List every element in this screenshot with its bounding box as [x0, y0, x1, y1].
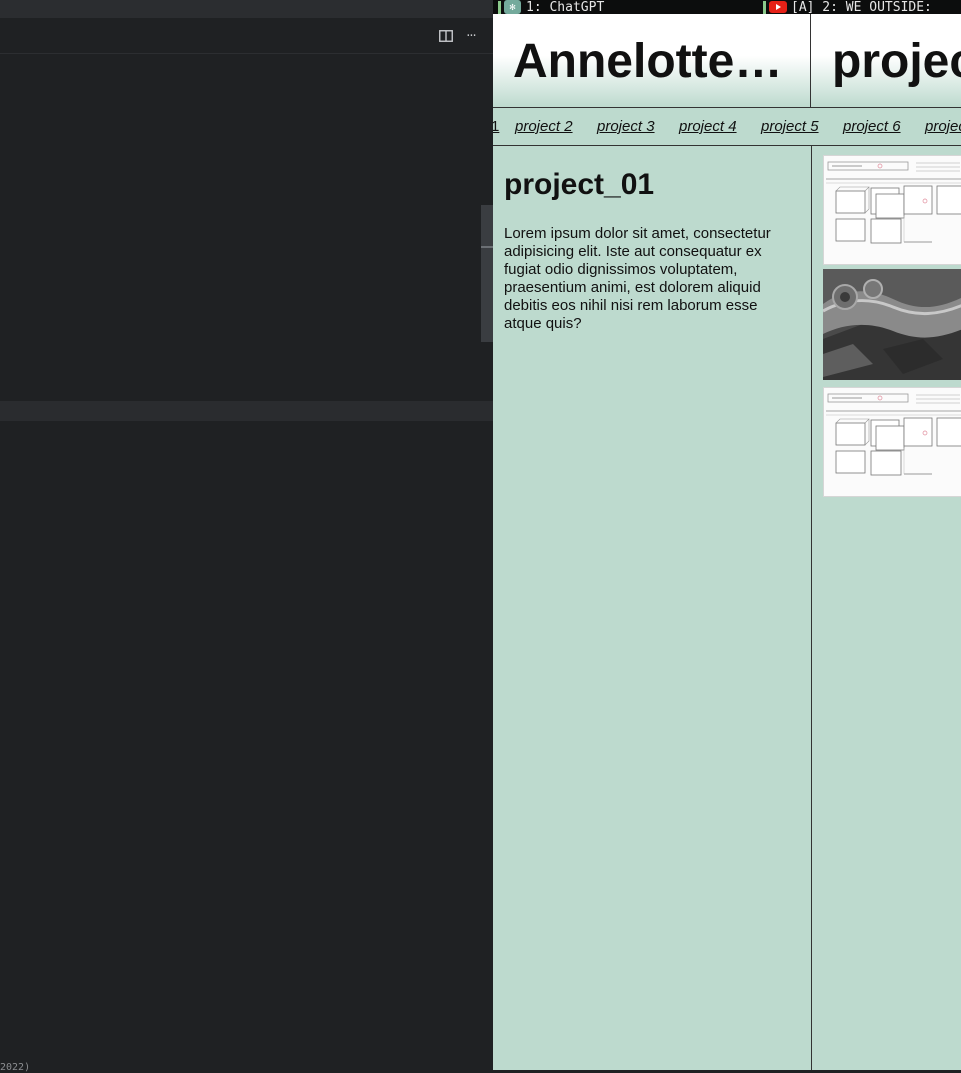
browser-tab-bar: ✻ 1: ChatGPT [A] 2: WE OUTSIDE:: [493, 0, 961, 14]
nav-link-project-6[interactable]: project 6: [843, 118, 901, 135]
gallery-image-photo[interactable]: [823, 269, 961, 380]
tab-youtube[interactable]: [A] 2: WE OUTSIDE:: [763, 0, 932, 14]
sculpture-photo-graphic: [823, 269, 961, 380]
scrollbar-position-marker: [481, 246, 493, 248]
youtube-icon: [769, 1, 787, 13]
site-owner-name: Annelotte Schinkel: [513, 36, 785, 88]
editor-toolbar: ···: [0, 18, 493, 54]
split-editor-icon[interactable]: [436, 26, 456, 46]
more-actions-icon[interactable]: ···: [461, 26, 481, 46]
tab-label: 1: ChatGPT: [526, 0, 605, 14]
editor-pane: ··· 2022): [0, 0, 493, 1073]
tab-label: [A] 2: WE OUTSIDE:: [791, 0, 932, 14]
panel-divider[interactable]: [0, 401, 493, 421]
nav-link-project-2[interactable]: project 2: [515, 118, 573, 135]
gallery-image-wireframe[interactable]: [823, 155, 961, 265]
site-header: Annelotte Schinkel project_01: [493, 14, 961, 108]
tab-indicator: [498, 0, 501, 14]
nav-link-project-4[interactable]: project 4: [679, 118, 737, 135]
editor-tab-strip: [0, 0, 493, 18]
wireframe-sketch-graphic: [826, 393, 961, 476]
image-gallery: [812, 146, 961, 1070]
gallery-image-wireframe[interactable]: [823, 387, 961, 497]
editor-scrollbar[interactable]: [481, 205, 493, 342]
header-name-cell: Annelotte Schinkel: [493, 14, 811, 107]
split-editor-glyph: [439, 30, 453, 42]
nav-link-project-7[interactable]: project 7: [925, 118, 961, 135]
nav-link-project-3[interactable]: project 3: [597, 118, 655, 135]
nav-link-project-5[interactable]: project 5: [761, 118, 819, 135]
project-nav: 1 project 2 project 3 project 4 project …: [493, 108, 961, 146]
project-content: project_01 Lorem ipsum dolor sit amet, c…: [493, 146, 812, 1070]
wireframe-sketch-graphic: [826, 161, 961, 244]
project-description: Lorem ipsum dolor sit amet, consectetur …: [504, 225, 771, 332]
browser-pane: ✻ 1: ChatGPT [A] 2: WE OUTSIDE: Annelott…: [493, 0, 961, 1070]
chatgpt-icon: ✻: [504, 0, 521, 14]
project-title: project_01: [504, 168, 655, 201]
header-project-title: project_01: [832, 35, 961, 88]
tab-chatgpt[interactable]: ✻ 1: ChatGPT: [498, 0, 604, 14]
editor-status-text: 2022): [0, 1062, 31, 1073]
header-project-cell: project_01: [811, 14, 961, 107]
nav-link-project-1-partial[interactable]: 1: [493, 118, 499, 135]
tab-indicator: [763, 0, 766, 14]
